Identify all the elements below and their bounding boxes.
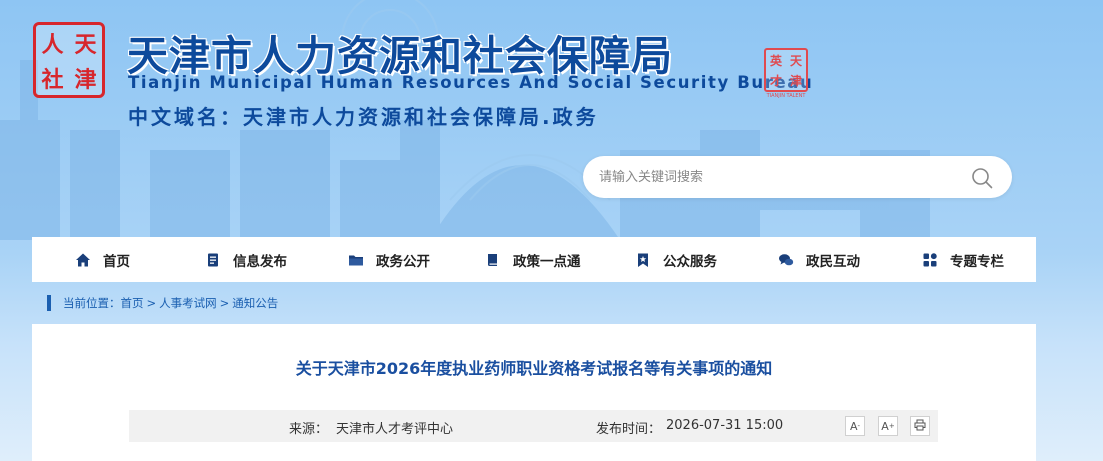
bureau-seal-logo: 人 天 社 津 <box>33 22 105 98</box>
seal-char: 社 <box>41 66 64 93</box>
search-input[interactable] <box>599 156 959 198</box>
font-decrease-label: A <box>849 419 858 433</box>
breadcrumb-separator: > <box>219 296 230 310</box>
stamp-char: 才 <box>769 73 782 88</box>
breadcrumb-separator: > <box>146 296 157 310</box>
book-icon <box>485 252 501 268</box>
nav-item-special-topics[interactable]: 专题专栏 <box>922 237 1004 282</box>
source-value: 天津市人才考评中心 <box>336 422 454 437</box>
source-label: 来源： <box>289 422 329 437</box>
font-decrease-button[interactable]: A- <box>845 416 865 436</box>
site-domain-name: 中文域名：天津市人力资源和社会保障局.政务 <box>128 105 599 129</box>
seal-char: 津 <box>74 66 97 93</box>
home-icon <box>75 252 91 268</box>
nav-item-label: 专题专栏 <box>950 253 1004 270</box>
nav-item-label: 信息发布 <box>233 253 287 270</box>
seal-char: 天 <box>74 31 97 58</box>
nav-item-public-service[interactable]: 公众服务 <box>635 237 717 282</box>
article-title: 关于天津市2026年度执业药师职业资格考试报名等有关事项的通知 <box>295 359 773 378</box>
print-button[interactable] <box>910 416 930 436</box>
nav-item-home[interactable]: 首页 <box>75 237 130 282</box>
grid-icon <box>922 252 938 268</box>
article-panel: 关于天津市2026年度执业药师职业资格考试报名等有关事项的通知 来源： 天津市人… <box>32 324 1036 461</box>
stamp-char: 津 <box>789 73 802 88</box>
breadcrumb: 当前位置： 首页 > 人事考试网 > 通知公告 <box>47 295 278 311</box>
article-meta-bar: 来源： 天津市人才考评中心 发布时间： 2026-07-31 15:00 A- … <box>129 410 938 442</box>
stamp-char: 天 <box>789 53 802 68</box>
site-header: 人 天 社 津 天津市人力资源和社会保障局 Tianjin Municipal … <box>0 0 1103 236</box>
nav-item-government-affairs[interactable]: 政务公开 <box>348 237 430 282</box>
stamp-char: 英 <box>769 53 782 68</box>
font-increase-label: A <box>881 419 889 433</box>
stamp-caption: TIANJIN TALENT <box>766 93 806 99</box>
nav-item-interaction[interactable]: 政民互动 <box>778 237 860 282</box>
font-increase-button[interactable]: A + <box>878 416 898 436</box>
bookmark-star-icon <box>635 252 651 268</box>
chat-icon <box>778 252 794 268</box>
search-icon[interactable] <box>970 166 994 190</box>
minus-sign: - <box>857 422 861 430</box>
breadcrumb-link-home[interactable]: 首页 <box>121 295 144 311</box>
main-navigation: 首页 信息发布 政务公开 政策一点通 公众服务 政民互动 专题专栏 <box>32 237 1036 282</box>
site-subtitle-english: Tianjin Municipal Human Resources And So… <box>128 73 814 92</box>
tianjin-talent-stamp-logo: 英 天 才 津 <box>764 48 808 92</box>
nav-item-label: 政民互动 <box>806 253 860 270</box>
nav-item-info-release[interactable]: 信息发布 <box>205 237 287 282</box>
breadcrumb-prefix: 当前位置： <box>63 296 121 310</box>
seal-char: 人 <box>41 31 64 58</box>
breadcrumb-link-exam[interactable]: 人事考试网 <box>159 295 217 311</box>
nav-item-label: 首页 <box>103 253 130 270</box>
nav-item-label: 政策一点通 <box>513 253 581 270</box>
nav-item-policy[interactable]: 政策一点通 <box>485 237 581 282</box>
search-box <box>583 156 1012 198</box>
document-icon <box>205 252 221 268</box>
breadcrumb-marker <box>47 295 51 311</box>
plus-sign: + <box>888 422 895 430</box>
nav-item-label: 政务公开 <box>376 253 430 270</box>
printer-icon <box>914 419 926 434</box>
breadcrumb-link-notice[interactable]: 通知公告 <box>232 295 278 311</box>
publish-date-value: 2026-07-31 15:00 <box>666 418 784 433</box>
nav-item-label: 公众服务 <box>663 253 717 270</box>
folder-icon <box>348 252 364 268</box>
publish-date-label: 发布时间： <box>596 422 662 437</box>
